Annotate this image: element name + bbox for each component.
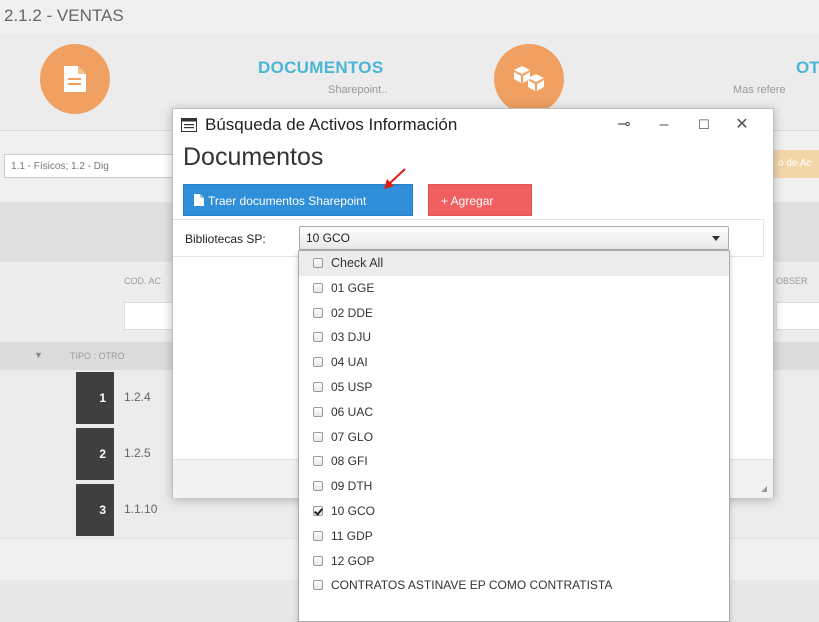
library-option[interactable]: 08 GFI [299, 449, 729, 474]
option-label: 03 DJU [331, 330, 372, 345]
option-checkbox[interactable] [313, 282, 323, 293]
bibliotecas-label: Bibliotecas SP: [185, 232, 266, 246]
dialog-titlebar[interactable]: Búsqueda de Activos Información ⊸ – ☐ ✕ [173, 109, 773, 141]
otros-subtitle: Mas refere [733, 84, 786, 96]
chevron-down-icon[interactable] [712, 236, 720, 241]
column-header-cod: COD. AC [124, 276, 162, 286]
row-number: 3 [76, 484, 114, 536]
traer-documentos-button[interactable]: Traer documentos Sharepoint [183, 184, 413, 216]
file-icon [194, 186, 204, 218]
option-checkbox[interactable] [313, 505, 323, 516]
row-number: 2 [76, 428, 114, 480]
library-option[interactable]: 02 DDE [299, 301, 729, 326]
row-code: 1.2.4 [124, 390, 151, 404]
check-all-option[interactable]: Check All [299, 251, 729, 276]
section-title: 2.1.2 - VENTAS [4, 6, 124, 25]
option-checkbox[interactable] [313, 481, 323, 492]
option-checkbox[interactable] [313, 406, 323, 417]
option-label: 05 USP [331, 379, 373, 394]
option-label: 01 GGE [331, 280, 375, 295]
row-number: 1 [76, 372, 114, 424]
option-checkbox[interactable] [313, 456, 323, 467]
option-checkbox[interactable] [313, 332, 323, 343]
row-code: 1.1.10 [124, 502, 158, 516]
option-checkbox[interactable] [313, 307, 323, 318]
traer-label: Traer documentos Sharepoint [208, 194, 367, 208]
library-option[interactable]: 01 GGE [299, 276, 729, 301]
option-label: 02 DDE [331, 305, 374, 320]
pin-icon[interactable]: ⊸ [611, 112, 637, 138]
option-checkbox[interactable] [313, 381, 323, 392]
cod-filter-input[interactable] [124, 302, 176, 330]
library-option[interactable]: 12 GOP [299, 549, 729, 574]
dialog-heading: Documentos [183, 143, 324, 171]
collapse-caret-icon[interactable]: ▼ [34, 350, 43, 360]
row-code: 1.2.5 [124, 446, 151, 460]
library-option[interactable]: 04 UAI [299, 350, 729, 375]
option-label: 09 DTH [331, 479, 373, 494]
option-label: 12 GOP [331, 553, 375, 568]
maximize-icon[interactable]: ☐ [691, 112, 717, 138]
otros-circle[interactable] [494, 44, 564, 114]
option-label: 10 GCO [331, 503, 376, 518]
type-filter-field[interactable]: 1.1 - Físicos; 1.2 - Dig [4, 154, 194, 178]
column-header-obs: OBSER [776, 276, 808, 286]
library-option[interactable]: 05 USP [299, 375, 729, 400]
option-label: 06 UAC [331, 404, 374, 419]
library-option[interactable]: 03 DJU [299, 325, 729, 350]
option-checkbox[interactable] [313, 530, 323, 541]
resize-grip-icon[interactable] [761, 486, 767, 492]
library-option[interactable]: 09 DTH [299, 474, 729, 499]
red-arrow-annotation [384, 168, 406, 189]
dialog-title: Búsqueda de Activos Información [205, 115, 458, 134]
documentos-subtitle: Sharepoint.. [328, 84, 388, 96]
option-checkbox[interactable] [313, 258, 323, 268]
documentos-circle[interactable] [40, 44, 110, 114]
window-icon [181, 118, 197, 132]
option-checkbox[interactable] [313, 580, 323, 591]
group-label: TIPO : OTRO [70, 351, 125, 361]
otros-title[interactable]: OT [796, 58, 819, 78]
option-label: Check All [331, 256, 384, 270]
library-option[interactable]: 07 GLO [299, 425, 729, 450]
option-checkbox[interactable] [313, 431, 323, 442]
option-label: 07 GLO [331, 429, 374, 444]
option-label: 08 GFI [331, 454, 368, 469]
documentos-title[interactable]: DOCUMENTOS [258, 58, 383, 78]
selected-library: 10 GCO [306, 231, 351, 245]
bibliotecas-dropdown-list: Check All 01 GGE 02 DDE 03 DJU 04 UAI 05 USP 0… [298, 250, 730, 622]
option-label: CONTRATOS ASTINAVE EP COMO CONTRATISTA [331, 578, 613, 593]
option-label: 11 GDP [331, 528, 373, 543]
library-option[interactable]: 11 GDP [299, 524, 729, 549]
obs-filter-input[interactable] [776, 302, 819, 330]
agregar-button[interactable]: + Agregar [428, 184, 532, 216]
cubes-icon [494, 44, 564, 114]
library-option[interactable]: 06 UAC [299, 400, 729, 425]
document-icon [40, 44, 110, 114]
library-option[interactable]: 10 GCO [299, 499, 729, 524]
option-checkbox[interactable] [313, 555, 323, 566]
close-icon[interactable]: ✕ [729, 112, 755, 138]
background-action-button[interactable]: o de Ac [768, 150, 819, 178]
minimize-icon[interactable]: – [651, 112, 677, 138]
option-checkbox[interactable] [313, 357, 323, 368]
option-label: 04 UAI [331, 355, 368, 370]
library-option[interactable]: CONTRATOS ASTINAVE EP COMO CONTRATISTA [299, 573, 729, 598]
bibliotecas-select[interactable]: 10 GCO [299, 226, 729, 250]
